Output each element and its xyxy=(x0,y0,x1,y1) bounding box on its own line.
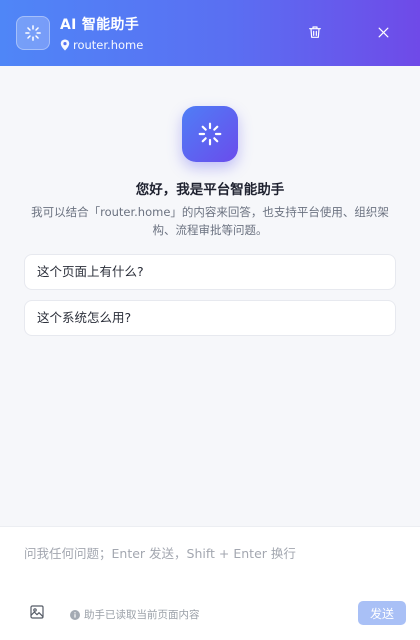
assistant-panel: AI 智能助手 router.home 您好，我是平台智能助手 我可以结合「ro… xyxy=(0,0,420,640)
close-icon xyxy=(378,27,388,37)
welcome-greeting: 您好，我是平台智能助手 xyxy=(135,182,285,198)
suggestion-chip[interactable]: 这个系统怎么用? xyxy=(24,300,396,336)
assistant-avatar xyxy=(182,106,238,162)
assistant-title: AI 智能助手 xyxy=(60,17,140,33)
context-hint-text: 助手已读取当前页面内容 xyxy=(84,609,200,621)
assistant-header: AI 智能助手 router.home xyxy=(0,0,420,66)
info-icon xyxy=(70,609,80,620)
composer: 助手已读取当前页面内容 发送 xyxy=(0,526,420,640)
clear-chat-button[interactable] xyxy=(305,22,325,42)
message-input[interactable] xyxy=(24,543,396,583)
context-hint: 助手已读取当前页面内容 xyxy=(70,607,200,622)
sparkle-icon xyxy=(25,25,41,41)
page-context-label: router.home xyxy=(73,38,144,52)
suggestion-chip[interactable]: 这个页面上有什么? xyxy=(24,254,396,290)
assistant-logo xyxy=(16,16,50,50)
location-pin-icon xyxy=(60,39,70,51)
sparkle-icon xyxy=(198,122,222,146)
attach-image-button[interactable] xyxy=(28,603,46,621)
send-button[interactable]: 发送 xyxy=(358,601,406,625)
image-icon xyxy=(30,605,44,619)
welcome-description: 我可以结合「router.home」的内容来回答，也支持平台使用、组织架构、流程… xyxy=(31,205,389,237)
trash-icon xyxy=(309,26,321,38)
close-button[interactable] xyxy=(373,22,393,42)
page-context: router.home xyxy=(60,38,143,52)
